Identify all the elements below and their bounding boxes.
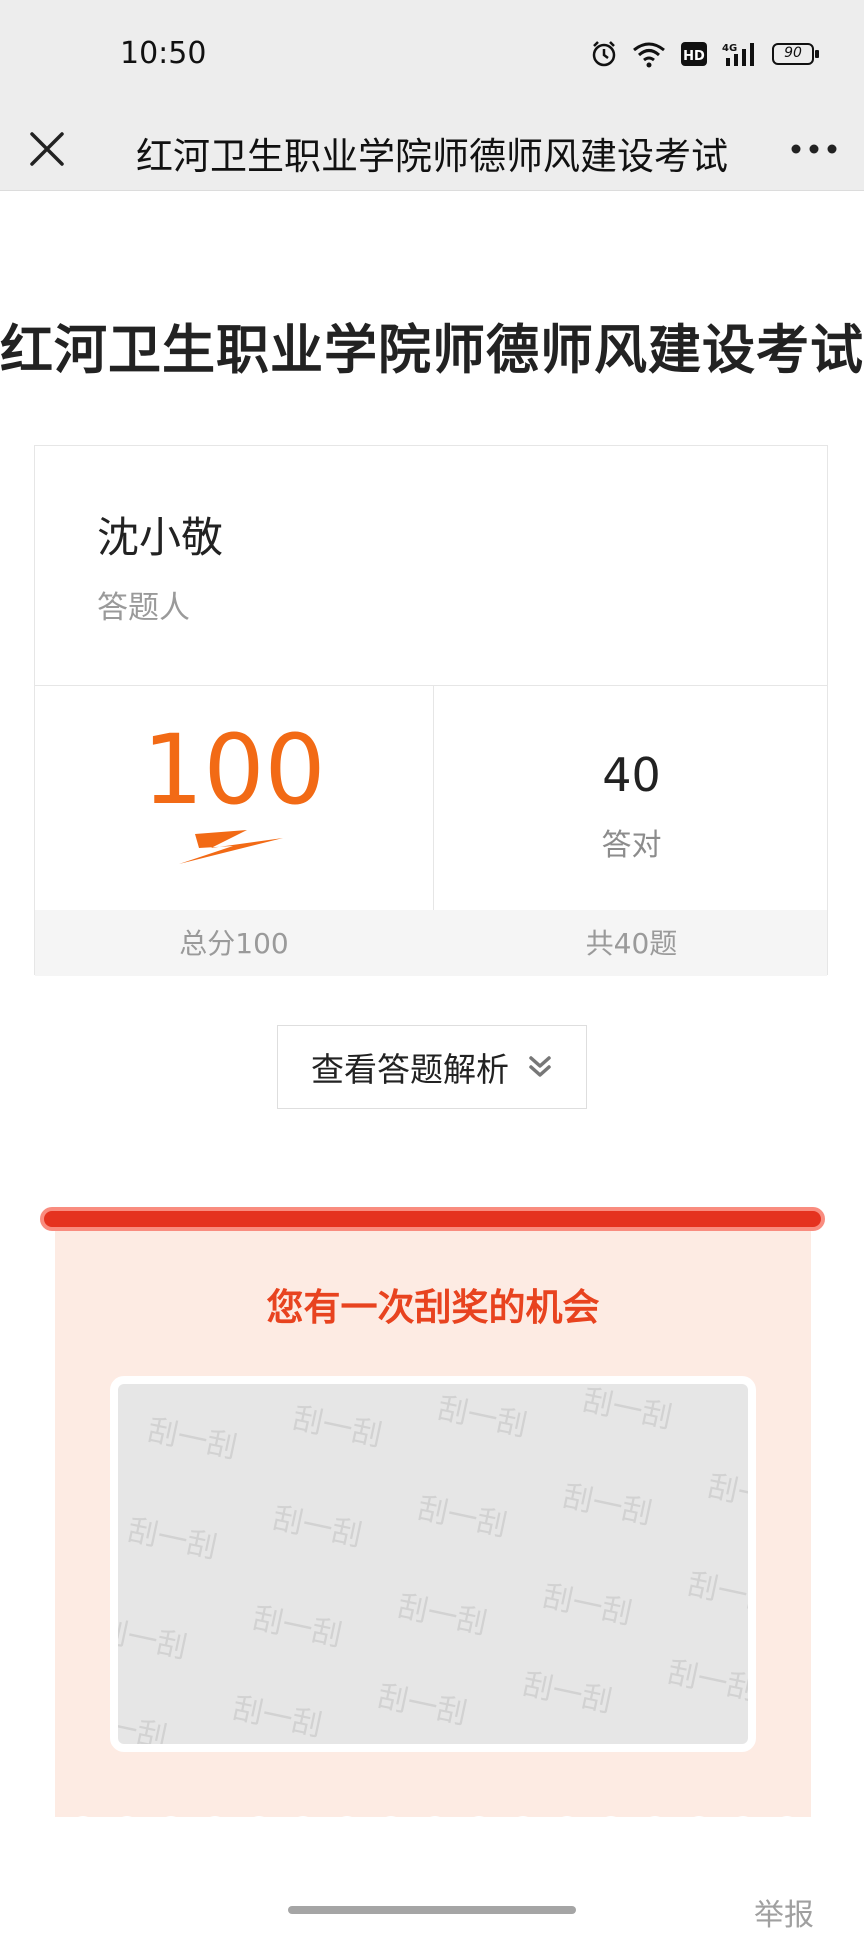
scratch-watermark: 刮一刮: [434, 1390, 530, 1444]
double-chevron-down-icon: [529, 1056, 551, 1077]
hd-icon: HD: [681, 42, 707, 66]
scratch-watermark: 刮一刮: [539, 1578, 635, 1632]
view-analysis-button[interactable]: 查看答题解析: [277, 1025, 587, 1109]
result-card: 沈小敬 答题人 100 40 答对 总分100 共40题: [34, 445, 828, 976]
scratch-watermark: 刮一刮: [684, 1566, 756, 1620]
scratch-prize-panel: 您有一次刮奖的机会 刮一刮 刮一刮 刮一刮 刮一刮 刮一刮 刮一刮 刮一刮 刮一…: [55, 1219, 811, 1817]
scratch-watermark: 刮一刮: [664, 1654, 756, 1708]
scratch-watermark: 刮一刮: [579, 1382, 675, 1436]
total-score: 总分100: [179, 927, 289, 960]
prize-title: 您有一次刮奖的机会: [266, 1286, 600, 1329]
signal-4g-icon: 4G: [722, 43, 754, 66]
respondent-label: 答题人: [97, 590, 190, 626]
svg-text:HD: HD: [683, 49, 705, 64]
scratch-watermark: 刮一刮: [269, 1500, 365, 1554]
more-icon[interactable]: [786, 128, 842, 170]
total-questions: 共40题: [585, 927, 678, 960]
scratch-watermark: 刮一刮: [249, 1600, 345, 1654]
score-underline-mark: [179, 830, 283, 864]
report-link[interactable]: 举报: [754, 1890, 814, 1934]
score-value: 100: [142, 714, 326, 826]
scratch-watermark: 刮一刮: [229, 1690, 325, 1744]
scratch-card[interactable]: 刮一刮 刮一刮 刮一刮 刮一刮 刮一刮 刮一刮 刮一刮 刮一刮 刮一刮 刮一刮 …: [110, 1376, 756, 1752]
scratch-watermark: 刮一刮: [704, 1468, 756, 1522]
alarm-icon: [592, 41, 616, 67]
nav-bar: 红河卫生职业学院师德师风建设考试: [0, 108, 864, 191]
correct-count: 40: [602, 748, 661, 802]
scratch-watermark: 刮一刮: [144, 1412, 240, 1466]
home-indicator[interactable]: [288, 1906, 576, 1914]
correct-label: 答对: [601, 828, 662, 863]
svg-text:4G: 4G: [722, 43, 737, 54]
status-bar: 10:50 HD 4G 90: [0, 0, 864, 108]
battery-icon: 90: [772, 41, 820, 67]
scratch-watermark: 刮一刮: [110, 1702, 170, 1752]
wifi-icon: [633, 42, 665, 68]
prize-slot-bar: [40, 1207, 825, 1231]
scratch-watermark: 刮一刮: [394, 1588, 490, 1642]
scratch-watermark: 刮一刮: [289, 1400, 385, 1454]
status-icons: HD 4G 90: [590, 38, 820, 70]
status-time: 10:50: [120, 36, 207, 71]
scratch-watermark: 刮一刮: [414, 1490, 510, 1544]
view-analysis-label: 查看答题解析: [311, 1050, 509, 1089]
divider: [35, 685, 827, 686]
scratch-watermark: 刮一刮: [124, 1512, 220, 1566]
scratch-watermark: 刮一刮: [374, 1678, 470, 1732]
close-icon[interactable]: [26, 128, 68, 170]
nav-title: 红河卫生职业学院师德师风建设考试: [136, 135, 728, 178]
battery-level: 90: [784, 45, 802, 61]
scratch-watermark: 刮一刮: [519, 1666, 615, 1720]
scratch-watermark: 刮一刮: [110, 1612, 190, 1666]
scratch-watermark: 刮一刮: [559, 1478, 655, 1532]
respondent-name: 沈小敬: [97, 513, 224, 562]
exam-title: 红河卫生职业学院师德师风建设考试: [0, 320, 864, 381]
ticket-scallop-edge: [71, 1816, 799, 1828]
